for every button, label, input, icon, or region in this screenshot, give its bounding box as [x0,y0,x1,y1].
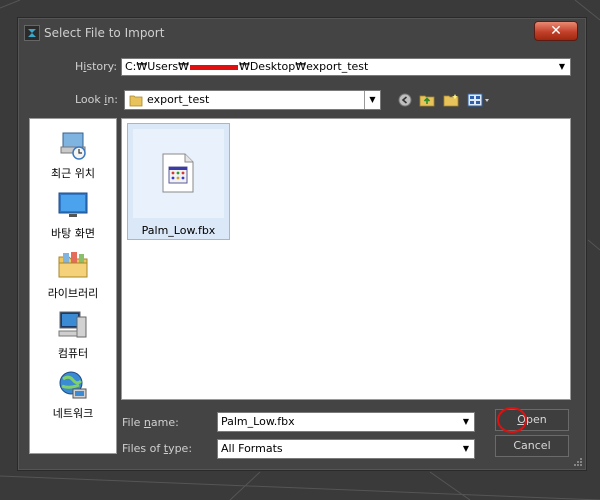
place-recent[interactable]: 최근 위치 [30,129,116,181]
back-icon[interactable] [396,91,414,109]
chevron-down-icon[interactable]: ▼ [554,59,570,75]
chevron-down-icon[interactable]: ▼ [364,91,380,109]
file-name-label: Palm_Low.fbx [141,224,216,237]
place-computer[interactable]: 컴퓨터 [30,309,116,361]
place-network[interactable]: 네트워크 [30,369,116,421]
place-label: 컴퓨터 [57,347,89,360]
desktop-icon [58,192,88,217]
cancel-button[interactable]: Cancel [495,435,569,457]
recent-places-icon [60,132,86,160]
up-folder-icon[interactable] [418,91,436,109]
app-logo-icon [24,25,40,41]
look-in-dropdown[interactable]: export_test ▼ [124,90,381,110]
file-name-input[interactable]: Palm_Low.fbx ▼ [217,412,475,432]
folder-icon [129,95,143,107]
view-menu-icon[interactable] [466,91,492,109]
look-in-value: export_test [147,93,210,106]
libraries-icon [58,252,88,278]
file-type-value: All Formats [221,442,283,455]
place-label: 최근 위치 [51,167,95,180]
annotation-circle [497,407,527,433]
new-folder-icon[interactable] [442,91,460,109]
fbx-file-icon [162,153,194,193]
resize-grip-icon[interactable] [573,457,583,467]
place-label: 네트워크 [52,407,94,420]
chevron-down-icon[interactable]: ▼ [458,440,474,458]
dialog-title: Select File to Import [44,26,165,40]
place-label: 라이브러리 [47,287,99,300]
history-dropdown[interactable]: C:₩Users₩ ₩Desktop₩export_test ▼ [121,58,571,76]
history-label: History: [75,60,118,73]
places-bar: 최근 위치 바탕 화면 라이브러리 컴퓨터 네트워크 [29,118,117,454]
history-path-start: C:₩Users₩ [125,60,189,73]
file-list[interactable]: Palm_Low.fbx [121,118,571,400]
place-label: 바탕 화면 [51,227,95,240]
file-type-label: Files of type: [122,442,193,455]
place-libraries[interactable]: 라이브러리 [30,249,116,301]
import-dialog: Select File to Import ✕ History: C:₩User… [17,17,587,471]
look-in-label: Look in: [75,93,119,106]
file-name-value: Palm_Low.fbx [221,415,295,428]
file-thumbnail [133,129,224,218]
close-button[interactable]: ✕ [534,21,578,41]
file-item-palm-low[interactable]: Palm_Low.fbx [127,123,230,240]
title-bar[interactable]: Select File to Import ✕ [18,18,586,48]
redaction-mark [189,64,238,70]
file-name-label-field: File name: [122,416,179,429]
chevron-down-icon[interactable]: ▼ [458,413,474,431]
network-icon [59,371,87,399]
computer-icon [58,311,87,338]
file-type-dropdown[interactable]: All Formats ▼ [217,439,475,459]
place-desktop[interactable]: 바탕 화면 [30,189,116,241]
history-path-end: ₩Desktop₩export_test [238,60,369,73]
